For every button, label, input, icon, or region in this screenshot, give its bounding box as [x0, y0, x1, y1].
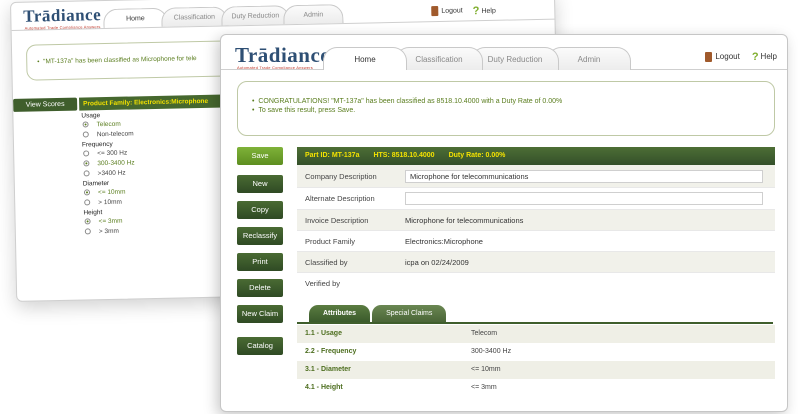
attribute-filter-panel: Product Family: Electronics:Microphone U…	[79, 94, 232, 236]
tab-home[interactable]: Home	[323, 47, 407, 70]
attribute-name: 1.1 - Usage	[305, 330, 342, 337]
filter-option[interactable]: Non-telecom	[80, 126, 230, 139]
attributes-table: 1.1 - Usage Telecom 2.2 - Frequency 300-…	[297, 325, 775, 397]
detail-subtabs: Attributes Special Claims	[297, 305, 447, 322]
alternate-description-input[interactable]	[405, 192, 763, 205]
filter-option[interactable]: >3400 Hz	[81, 165, 231, 178]
table-row: 1.1 - Usage Telecom	[297, 325, 775, 343]
tab-home[interactable]: Home	[103, 7, 168, 29]
tab-admin[interactable]: Admin	[547, 47, 631, 70]
copy-button[interactable]: Copy	[237, 201, 283, 219]
radio-icon[interactable]	[82, 131, 89, 138]
table-row: 3.1 - Diameter <= 10mm	[297, 361, 775, 379]
new-button[interactable]: New	[237, 175, 283, 193]
congrats-message: • CONGRATULATIONS! "MT-137a" has been cl…	[252, 98, 563, 105]
filter-option-label: Telecom	[96, 120, 121, 128]
radio-icon[interactable]	[83, 189, 91, 196]
help-link[interactable]: ? Help	[752, 51, 777, 63]
radio-icon[interactable]	[83, 150, 90, 157]
tab-classification[interactable]: Classification	[395, 47, 483, 70]
logout-icon	[431, 6, 439, 17]
radio-icon[interactable]	[83, 170, 90, 177]
table-row: 4.1 - Height <= 3mm	[297, 379, 775, 397]
tab-attributes[interactable]: Attributes	[309, 305, 371, 322]
field-label: Alternate Description	[305, 194, 375, 203]
filter-option-label: <= 300 Hz	[97, 149, 128, 157]
view-scores-button[interactable]: View Scores	[13, 97, 78, 112]
field-label: Company Description	[305, 171, 377, 181]
filter-option-label: >3400 Hz	[97, 169, 126, 177]
logout-icon	[705, 52, 713, 62]
verified-by-row: Verified by	[297, 273, 775, 294]
logout-link[interactable]: Logout	[705, 52, 740, 62]
part-id: Part ID: MT-137a	[305, 152, 360, 159]
filter-option-label: <= 10mm	[97, 188, 126, 196]
filter-option-label: 300-3400 Hz	[97, 158, 135, 167]
print-button[interactable]: Print	[237, 253, 283, 271]
radio-icon[interactable]	[84, 218, 91, 225]
field-label: Product Family	[305, 236, 356, 246]
product-family-value: Electronics:Microphone	[405, 236, 483, 246]
part-detail-panel: Part ID: MT-137a HTS: 8518.10.4000 Duty …	[297, 147, 775, 294]
help-link[interactable]: ? Help	[473, 5, 496, 17]
table-row: 2.2 - Frequency 300-3400 Hz	[297, 343, 775, 361]
radio-icon[interactable]	[84, 228, 91, 235]
filter-option-label: Non-telecom	[96, 129, 134, 138]
save-hint-message: • To save this result, press Save.	[252, 107, 356, 114]
hts-code: HTS: 8518.10.4000	[373, 152, 435, 159]
filter-option-label: > 10mm	[98, 198, 122, 206]
logout-link[interactable]: Logout	[431, 6, 463, 19]
invoice-description-row: Invoice Description Microphone for telec…	[297, 210, 775, 231]
save-button[interactable]: Save	[237, 147, 283, 165]
reclassify-button[interactable]: Reclassify	[237, 227, 283, 245]
invoice-description-value: Microphone for telecommunications	[405, 215, 524, 225]
product-family-header: Product Family: Electronics:Microphone	[79, 94, 230, 111]
catalog-button[interactable]: Catalog	[237, 337, 283, 355]
company-description-input[interactable]: Microphone for telecommunications	[405, 169, 763, 183]
tab-classification[interactable]: Classification	[161, 6, 228, 27]
attribute-value: <= 10mm	[471, 366, 501, 373]
attribute-name: 3.1 - Diameter	[305, 366, 351, 373]
radio-icon[interactable]	[83, 160, 90, 167]
attribute-value: Telecom	[471, 330, 498, 337]
delete-button[interactable]: Delete	[237, 279, 283, 297]
attribute-value: 300-3400 Hz	[471, 348, 512, 355]
part-summary-bar: Part ID: MT-137a HTS: 8518.10.4000 Duty …	[297, 147, 775, 165]
alternate-description-row: Alternate Description	[297, 188, 775, 210]
tab-admin[interactable]: Admin	[283, 4, 344, 25]
filter-option[interactable]: > 3mm	[82, 223, 232, 236]
field-label: Invoice Description	[305, 215, 369, 225]
help-icon: ?	[751, 51, 759, 63]
action-sidebar: Save New Copy Reclassify Print Delete Ne…	[237, 147, 283, 363]
radio-icon[interactable]	[84, 199, 91, 206]
filter-option[interactable]: > 10mm	[81, 194, 231, 207]
filter-option-label: <= 3mm	[98, 217, 123, 225]
tab-duty-reduction[interactable]: Duty Reduction	[221, 5, 290, 26]
success-message-box: • CONGRATULATIONS! "MT-137a" has been cl…	[237, 81, 775, 136]
field-label: Verified by	[305, 279, 341, 288]
classification-result-window: Trādiance Automated Trade Compliance Ans…	[220, 34, 788, 412]
message-text: • "MT-137a" has been classified as Micro…	[37, 55, 197, 66]
app-header: Trādiance Automated Trade Compliance Ans…	[221, 35, 787, 70]
product-family-row: Product Family Electronics:Microphone	[297, 231, 775, 252]
radio-icon[interactable]	[82, 121, 89, 128]
field-label: Classified by	[305, 257, 348, 267]
attribute-name: 4.1 - Height	[305, 384, 343, 391]
attribute-value: <= 3mm	[471, 384, 497, 391]
back-sidebar: View Scores	[13, 97, 78, 112]
attribute-name: 2.2 - Frequency	[305, 348, 357, 355]
tab-duty-reduction[interactable]: Duty Reduction	[471, 47, 559, 70]
new-claim-button[interactable]: New Claim	[237, 305, 283, 323]
classified-by-row: Classified by icpa on 02/24/2009	[297, 252, 775, 273]
filter-option-label: > 3mm	[98, 227, 119, 235]
subtab-divider	[297, 322, 773, 324]
company-description-row: Company Description Microphone for telec…	[297, 165, 775, 188]
main-tabs: Home Classification Duty Reduction Admin	[323, 47, 631, 70]
classified-by-value: icpa on 02/24/2009	[405, 257, 469, 267]
duty-rate: Duty Rate: 0.00%	[448, 152, 506, 159]
help-icon: ?	[472, 5, 480, 18]
tab-special-claims[interactable]: Special Claims	[372, 305, 447, 322]
